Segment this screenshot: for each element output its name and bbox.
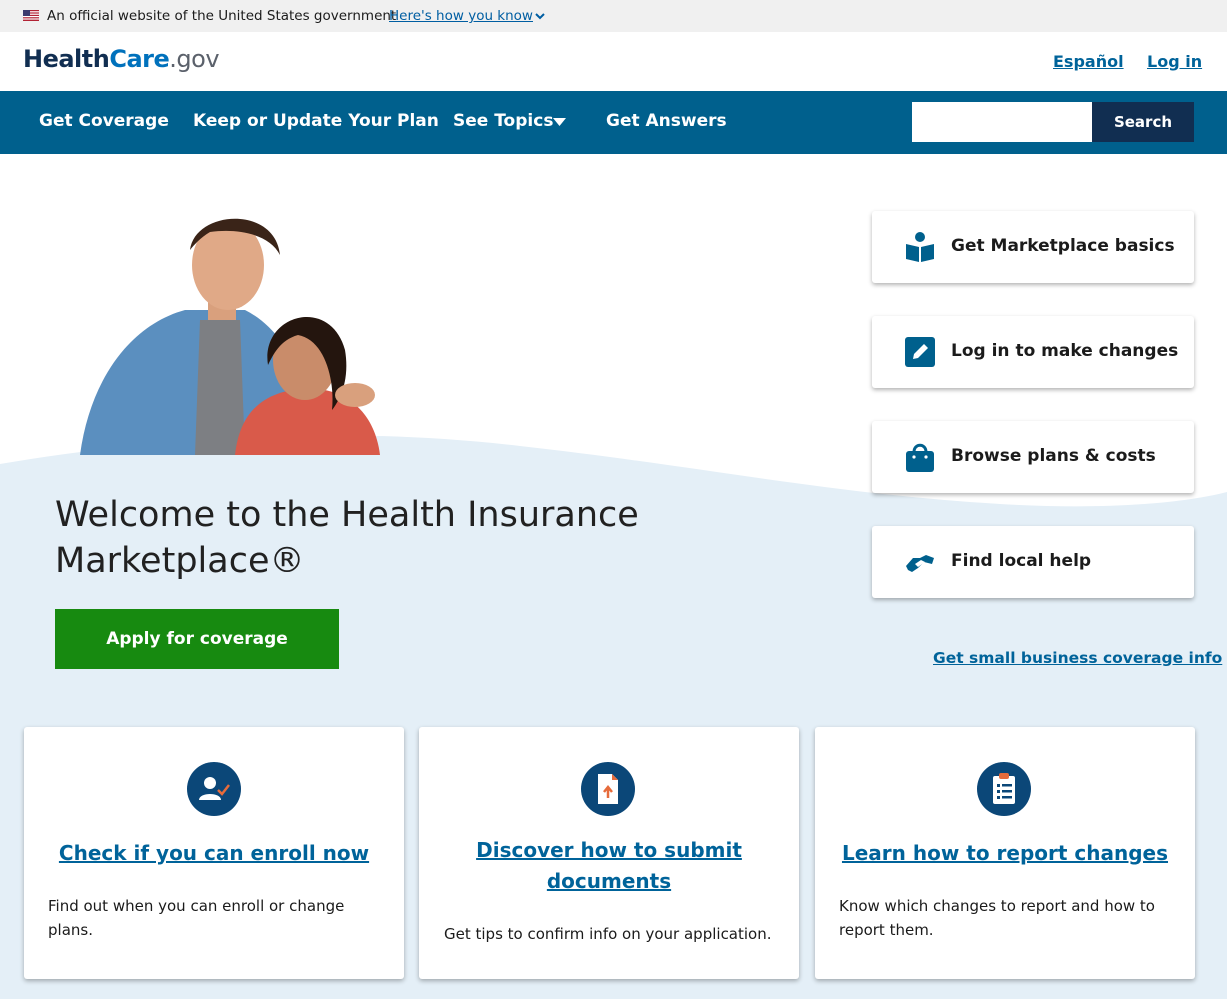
pencil-icon — [905, 337, 935, 367]
site-header: HealthCare.gov Español Log in — [0, 32, 1227, 91]
gov-banner-text: An official website of the United States… — [47, 8, 397, 24]
card-description: Know which changes to report and how to … — [839, 897, 1155, 939]
chevron-down-icon[interactable] — [534, 11, 546, 21]
apply-for-coverage-button[interactable]: Apply for coverage — [55, 609, 339, 669]
nav-get-answers[interactable]: Get Answers — [606, 111, 727, 131]
clipboard-list-icon — [977, 762, 1031, 816]
card-title-link[interactable]: Learn how to report changes — [835, 838, 1175, 869]
healthcare-gov-logo[interactable]: HealthCare.gov — [23, 45, 220, 73]
nav-see-topics[interactable]: See Topics — [453, 111, 553, 131]
gov-banner: An official website of the United States… — [0, 0, 1227, 32]
card-title-link[interactable]: Discover how to submit documents — [439, 835, 779, 897]
couple-photo — [80, 218, 380, 455]
quick-link-label: Browse plans & costs — [951, 446, 1156, 466]
espanol-link[interactable]: Español — [1053, 52, 1124, 71]
login-link[interactable]: Log in — [1147, 52, 1202, 71]
logo-gov-text: .gov — [169, 45, 220, 73]
quick-link-find-local-help[interactable]: Find local help — [872, 526, 1194, 598]
quick-link-label: Log in to make changes — [951, 341, 1179, 361]
card-report-changes: Learn how to report changes Know which c… — [815, 727, 1195, 979]
card-check-enroll: Check if you can enroll now Find out whe… — [24, 727, 404, 979]
caret-down-icon[interactable] — [553, 118, 566, 126]
card-submit-documents: Discover how to submit documents Get tip… — [419, 727, 799, 979]
handshake-icon — [906, 555, 934, 572]
open-book-icon — [906, 232, 934, 262]
user-check-icon — [187, 762, 241, 816]
quick-link-marketplace-basics[interactable]: Get Marketplace basics — [872, 211, 1194, 283]
small-business-coverage-link[interactable]: Get small business coverage info — [933, 649, 1222, 667]
quick-link-label: Find local help — [951, 551, 1092, 571]
card-description: Find out when you can enroll or change p… — [48, 897, 345, 939]
card-title-link[interactable]: Check if you can enroll now — [44, 838, 384, 869]
quick-link-browse-plans[interactable]: Browse plans & costs — [872, 421, 1194, 493]
heres-how-you-know-link[interactable]: Here's how you know — [389, 8, 533, 24]
quick-link-log-in[interactable]: Log in to make changes — [872, 316, 1194, 388]
logo-health-text: Health — [23, 45, 110, 73]
page-title: Welcome to the Health Insurance Marketpl… — [55, 495, 639, 581]
search-button[interactable]: Search — [1092, 102, 1194, 142]
logo-care-text: Care — [109, 45, 170, 73]
quick-link-label: Get Marketplace basics — [951, 236, 1175, 256]
search-input[interactable] — [912, 102, 1092, 142]
card-description: Get tips to confirm info on your applica… — [444, 925, 772, 943]
nav-keep-or-update-plan[interactable]: Keep or Update Your Plan — [193, 111, 439, 131]
document-upload-icon — [581, 762, 635, 816]
us-flag-icon — [23, 10, 39, 21]
main-nav: Get Coverage Keep or Update Your Plan Se… — [0, 91, 1227, 154]
shopping-bag-icon — [906, 443, 934, 472]
nav-get-coverage[interactable]: Get Coverage — [39, 111, 169, 131]
